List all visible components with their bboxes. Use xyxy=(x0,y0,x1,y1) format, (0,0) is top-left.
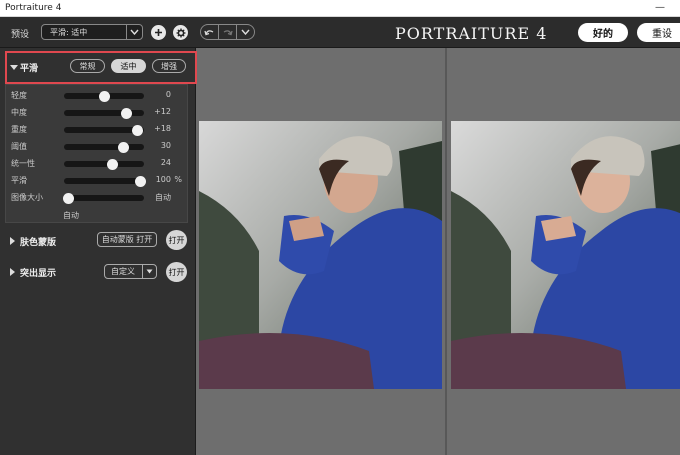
slider-value: 自动 xyxy=(155,193,171,202)
slider-track[interactable] xyxy=(64,175,146,187)
minimize-button[interactable]: — xyxy=(655,2,665,13)
slider-knob[interactable] xyxy=(98,90,110,102)
expand-triangle-icon[interactable] xyxy=(10,237,15,245)
mode-highlight-frame xyxy=(5,51,197,84)
undo-button[interactable] xyxy=(201,25,219,39)
reset-button[interactable]: 重设 xyxy=(637,23,680,42)
app-logo: PORTRAITURE 4 xyxy=(395,24,548,43)
history-group xyxy=(200,24,255,40)
history-menu-button[interactable] xyxy=(237,25,254,39)
preset-label: 预设 xyxy=(11,30,30,40)
skin-mask-title: 肤色蒙版 xyxy=(20,238,57,248)
slider-knob[interactable] xyxy=(120,107,132,119)
slider-track[interactable] xyxy=(64,141,144,153)
slider-label: 重度 xyxy=(11,125,27,134)
expand-triangle-icon[interactable] xyxy=(10,268,15,276)
slider-label: 统一性 xyxy=(11,159,35,168)
slider-label: 中度 xyxy=(11,108,27,117)
slider-label: 平滑 xyxy=(11,176,27,185)
preset-value: 平滑: 适中 xyxy=(50,28,88,37)
plus-icon xyxy=(155,29,162,36)
slider-row: 重度 +18 xyxy=(6,121,189,138)
redo-icon xyxy=(223,30,233,36)
window-titlebar: Portraiture 4 — xyxy=(0,0,680,17)
chevron-down-icon[interactable] xyxy=(126,25,142,39)
gear-icon xyxy=(176,28,185,37)
preview-photo xyxy=(451,121,680,389)
preview-divider[interactable] xyxy=(445,48,447,455)
slider-row: 统一性 24 xyxy=(6,155,189,172)
slider-knob[interactable] xyxy=(106,158,118,170)
slider-row: 中度 +12 xyxy=(6,104,189,121)
chevron-down-icon xyxy=(241,29,250,35)
undo-icon xyxy=(204,30,214,36)
slider-knob[interactable] xyxy=(134,175,146,187)
preset-select[interactable]: 平滑: 适中 xyxy=(41,24,143,40)
slider-track[interactable] xyxy=(62,192,144,204)
slider-row: 平滑 100 % xyxy=(6,172,189,189)
slider-track[interactable] xyxy=(64,124,144,136)
redo-button[interactable] xyxy=(219,25,237,39)
chevron-down-icon[interactable] xyxy=(142,265,156,278)
slider-label: 图像大小 xyxy=(11,193,43,202)
slider-value: 0 xyxy=(165,90,171,99)
original-photo xyxy=(199,121,442,389)
slider-label: 轻度 xyxy=(11,91,27,100)
slider-label: 阈值 xyxy=(11,142,27,151)
slider-value: +12 xyxy=(154,107,171,116)
slider-value: +18 xyxy=(154,124,171,133)
enhance-title: 突出显示 xyxy=(20,269,57,279)
slider-value: 30 xyxy=(160,141,171,150)
enhance-select[interactable]: 自定义 xyxy=(104,264,157,279)
enhance-toggle[interactable]: 打开 xyxy=(166,262,187,282)
slider-row: 阈值 30 xyxy=(6,138,189,155)
ok-button[interactable]: 好的 xyxy=(578,23,628,42)
settings-button[interactable] xyxy=(173,25,188,40)
auto-mask-button[interactable]: 自动蒙版 打开 xyxy=(97,232,157,247)
slider-track[interactable] xyxy=(64,107,144,119)
slider-knob[interactable] xyxy=(117,141,129,153)
smooth-sliders-box: 轻度 0 中度 +12 重度 +18 阈值 30 统一性 24 平滑 100 %… xyxy=(5,84,188,223)
slider-knob[interactable] xyxy=(62,192,74,204)
slider-knob[interactable] xyxy=(132,124,144,136)
slider-row: 轻度 0 xyxy=(6,87,189,104)
skin-mask-toggle[interactable]: 打开 xyxy=(166,230,187,250)
slider-track[interactable] xyxy=(64,158,144,170)
slider-value: 24 xyxy=(160,158,171,167)
slider-unit: % xyxy=(174,175,182,184)
slider-value: 100 xyxy=(155,175,171,184)
enhance-select-value: 自定义 xyxy=(111,267,135,276)
window-title: Portraiture 4 xyxy=(5,3,62,13)
auto-label: 自动 xyxy=(63,211,79,220)
add-preset-button[interactable] xyxy=(151,25,166,40)
slider-track[interactable] xyxy=(64,90,144,102)
slider-row: 图像大小 自动 xyxy=(6,189,189,206)
top-toolbar: 预设 平滑: 适中 PORTRAITURE 4 好的 重设 xyxy=(0,17,680,48)
